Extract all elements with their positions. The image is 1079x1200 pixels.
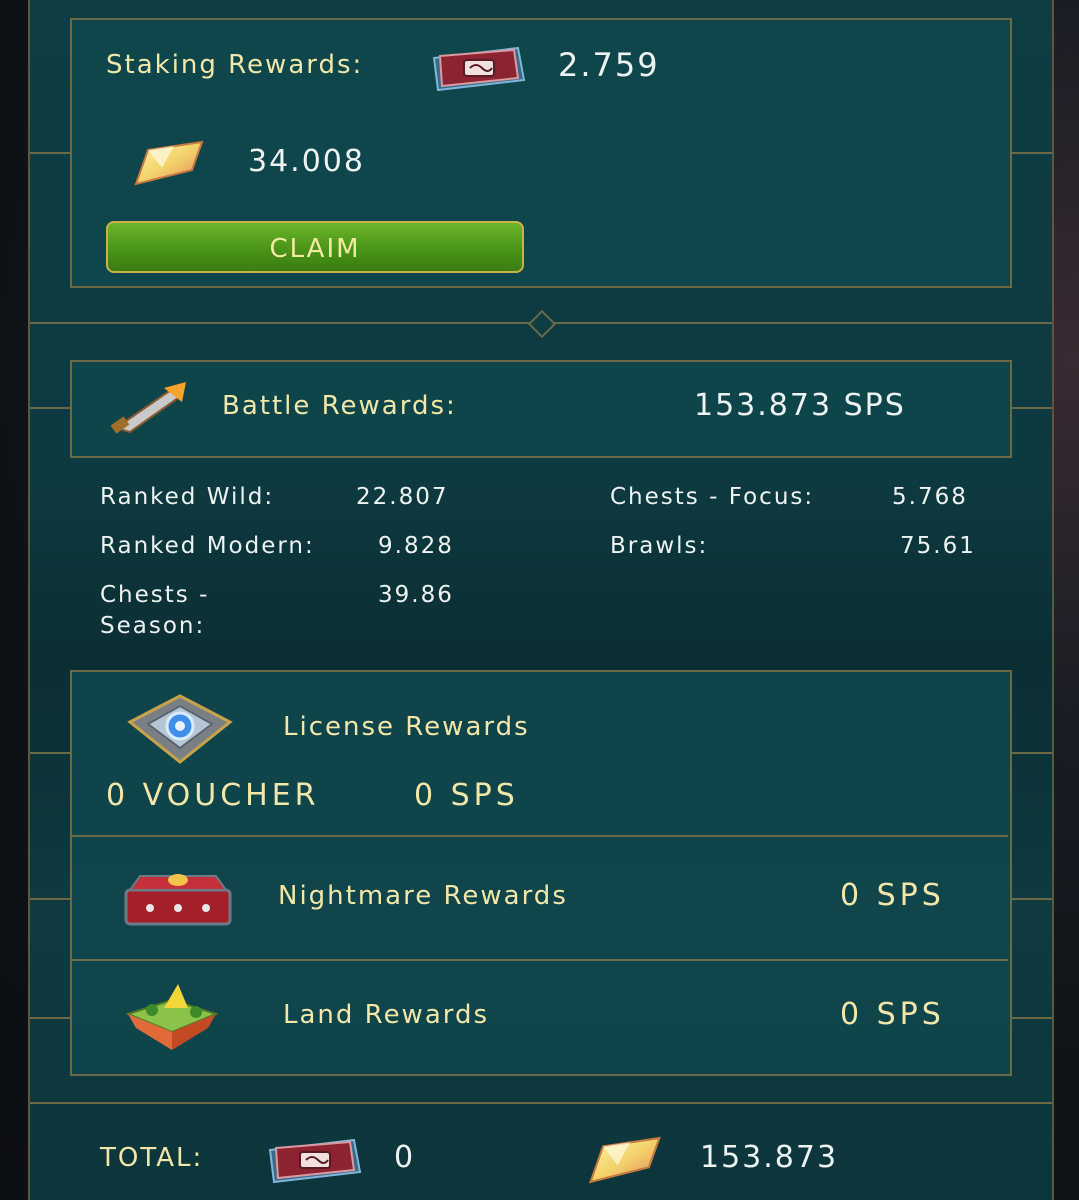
license-badge-icon [127,694,233,764]
nightmare-rewards-label: Nightmare Rewards [278,881,568,911]
ranked-wild-label: Ranked Wild: [100,484,275,510]
chests-season-value: 39.86 [378,582,454,608]
frame-line [30,898,72,900]
nightmare-chest-icon [124,874,232,926]
chests-focus-value: 5.768 [892,484,968,510]
nightmare-rewards-value: 0 SPS [840,878,945,913]
frame-line [30,407,72,409]
land-island-icon [125,984,219,1050]
total-label: TOTAL: [100,1143,204,1173]
chests-season-label-line2: Season: [100,613,206,639]
frame-line [30,152,72,154]
sps-crystal-icon [588,1136,661,1184]
frame-line [1010,1017,1052,1019]
staking-voucher-value: 2.759 [558,46,660,84]
brawls-value: 75.61 [900,533,976,559]
sword-icon [110,382,186,434]
total-sps-value: 153.873 [700,1140,839,1175]
ranked-modern-value: 9.828 [378,533,454,559]
total-voucher-value: 0 [394,1140,416,1175]
brawls-label: Brawls: [610,533,709,559]
battle-rewards-label: Battle Rewards: [222,391,457,421]
ranked-wild-value: 22.807 [356,484,449,510]
license-rewards-label: License Rewards [283,712,530,742]
frame-line [1010,898,1052,900]
row-divider [72,835,1008,837]
chests-focus-label: Chests - Focus: [610,484,815,510]
chests-season-label: Chests - [100,582,210,608]
staking-sps-value: 34.008 [248,144,365,179]
frame-line [30,1017,72,1019]
battle-rewards-total: 153.873 SPS [694,388,906,423]
frame-line [1010,407,1052,409]
ranked-modern-label: Ranked Modern: [100,533,315,559]
claim-button[interactable]: CLAIM [106,221,524,273]
frame-line [1010,752,1052,754]
frame-line [30,752,72,754]
voucher-book-icon [268,1138,362,1184]
frame-line [1010,152,1052,154]
sps-crystal-icon [134,140,204,186]
license-sps-value: 0 SPS [414,778,519,813]
land-rewards-value: 0 SPS [840,997,945,1032]
land-rewards-label: Land Rewards [283,1000,490,1030]
voucher-book-icon [432,46,526,92]
staking-rewards-label: Staking Rewards: [106,50,364,80]
license-voucher-value: 0 VOUCHER [106,778,320,813]
row-divider [72,959,1008,961]
section-divider [30,1102,1052,1104]
